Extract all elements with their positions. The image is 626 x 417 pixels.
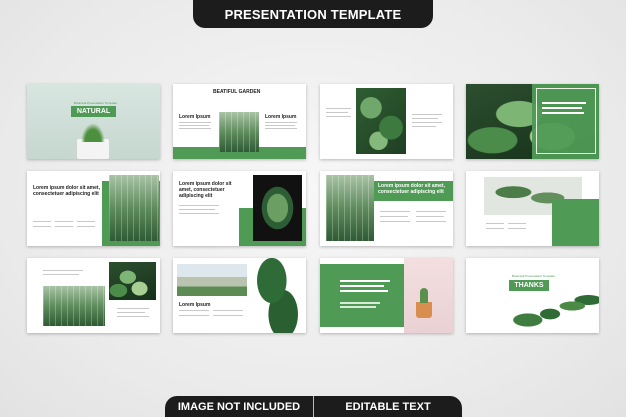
slide-1-label: NATURAL [76, 108, 111, 115]
slide-12-small-text: Botanical Presentation Template [512, 274, 555, 278]
banner-title: PRESENTATION TEMPLATE [224, 6, 402, 22]
slide-10-image-a [177, 264, 247, 296]
cactus [420, 288, 428, 303]
slide-9-image-b [109, 262, 156, 300]
slide-11-image [404, 258, 453, 333]
slide-7-image [326, 175, 374, 241]
image-not-included-label: IMAGE NOT INCLUDED [177, 400, 301, 413]
slide-7-head: Lorem ipsum dolor sit amet, consectetuer… [378, 183, 445, 195]
slide-4-frame [536, 88, 596, 154]
slide-6-head: Lorem ipsum dolor sit amet, consectetuer… [179, 181, 232, 199]
slide-3-image [356, 88, 406, 154]
cactus-pot [416, 302, 432, 318]
slide-6-image [253, 175, 302, 241]
slide-3[interactable] [320, 84, 453, 159]
slide-2-image [219, 112, 259, 152]
slide-9-image-a [43, 286, 105, 326]
title-banner: PRESENTATION TEMPLATE [193, 0, 433, 28]
slide-2-left-head: Lorem Ipsum [179, 114, 211, 120]
slide-8[interactable] [466, 171, 599, 246]
slide-4[interactable] [466, 84, 599, 159]
slide-5-image [109, 175, 159, 241]
slide-1[interactable]: Botanical Presentation Template NATURAL [27, 84, 160, 159]
slide-5-head: Lorem ipsum dolor sit amet, consectetuer… [33, 185, 100, 197]
slide-11-green-block [320, 264, 404, 327]
slide-10-image-b [249, 258, 306, 333]
slide-2-right-head: Lorem Ipsum [265, 114, 297, 120]
plant-leaves [79, 120, 107, 142]
editable-text-label: EDITABLE TEXT [345, 400, 431, 413]
plant-pot [77, 139, 109, 159]
slide-2[interactable]: BEATIFUL GARDEN Lorem Ipsum Lorem Ipsum [173, 84, 306, 159]
slide-4-text-block [542, 102, 590, 114]
slide-12[interactable]: Botanical Presentation Template THANKS [466, 258, 599, 333]
slide-11[interactable] [320, 258, 453, 333]
slide-7[interactable]: Lorem ipsum dolor sit amet, consectetuer… [320, 171, 453, 246]
slide-9[interactable] [27, 258, 160, 333]
slide-5[interactable]: Lorem ipsum dolor sit amet, consectetuer… [27, 171, 160, 246]
slide-10-head: Lorem Ipsum [179, 302, 211, 308]
slide-10[interactable]: Lorem Ipsum [173, 258, 306, 333]
slide-12-leaves [510, 288, 599, 328]
footer-banner: IMAGE NOT INCLUDED EDITABLE TEXT [165, 396, 462, 417]
slide-8-green-block [552, 199, 599, 246]
slide-1-label-box: NATURAL [71, 106, 116, 117]
slide-6[interactable]: Lorem ipsum dolor sit amet, consectetuer… [173, 171, 306, 246]
slide-2-title: BEATIFUL GARDEN [213, 89, 261, 95]
